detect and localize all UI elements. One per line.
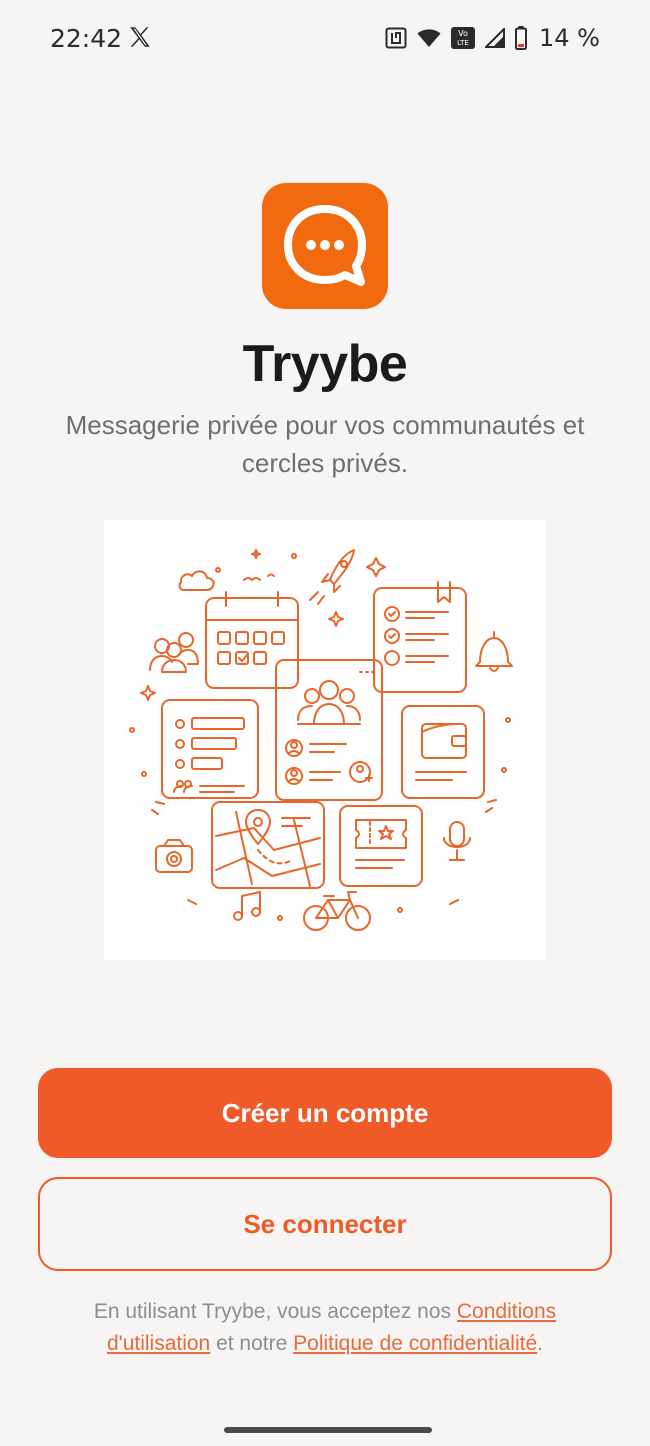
status-bar: 22:42 Vo LTE 14 % xyxy=(0,0,650,78)
volte-icon: Vo LTE xyxy=(451,27,476,49)
privacy-policy-link[interactable]: Politique de confidentialité xyxy=(293,1332,537,1355)
wifi-icon xyxy=(417,29,441,47)
nfc-icon xyxy=(385,27,407,49)
status-icons: Vo LTE 14 % xyxy=(385,24,600,52)
x-logo-icon xyxy=(130,27,150,47)
svg-text:LTE: LTE xyxy=(457,39,469,47)
app-logo xyxy=(262,183,388,309)
svg-text:Vo: Vo xyxy=(458,29,468,38)
legal-suffix: . xyxy=(537,1332,543,1355)
signal-icon xyxy=(485,28,506,48)
legal-prefix: En utilisant Tryybe, vous acceptez nos xyxy=(93,1300,457,1323)
home-indicator[interactable] xyxy=(224,1427,432,1433)
legal-notice: En utilisant Tryybe, vous acceptez nos C… xyxy=(60,1296,590,1360)
sign-in-button[interactable]: Se connecter xyxy=(38,1177,612,1271)
app-name: Tryybe xyxy=(242,335,408,393)
app-tagline: Messagerie privée pour vos communautés e… xyxy=(65,410,585,478)
chat-bubble-icon xyxy=(284,205,366,286)
legal-middle: et notre xyxy=(210,1332,294,1355)
community-illustration xyxy=(104,520,546,960)
battery-icon xyxy=(515,26,528,50)
battery-percentage: 14 % xyxy=(539,24,600,52)
status-time: 22:42 xyxy=(50,24,123,53)
create-account-button[interactable]: Créer un compte xyxy=(38,1068,612,1158)
